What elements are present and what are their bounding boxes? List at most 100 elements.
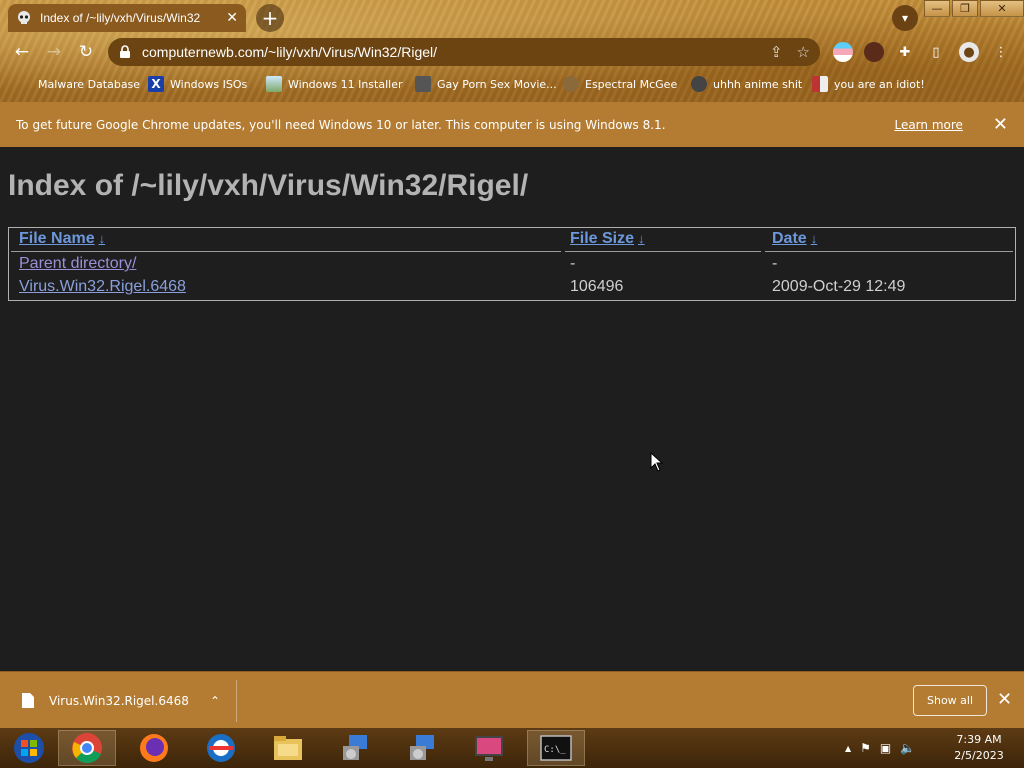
- volume-icon[interactable]: 🔈: [900, 741, 915, 755]
- address-bar[interactable]: computernewb.com/~lily/vxh/Virus/Win32/R…: [108, 38, 820, 66]
- header-divider: [565, 251, 761, 252]
- learn-more-link[interactable]: Learn more: [894, 118, 962, 132]
- show-hidden-icons-chevron-icon[interactable]: ▲: [845, 744, 851, 753]
- sort-arrow-icon[interactable]: ↓: [99, 231, 106, 246]
- firefox-icon: [140, 734, 168, 762]
- bookmark-windows-isos[interactable]: X Windows ISOs: [148, 75, 247, 93]
- sort-arrow-icon[interactable]: ↓: [638, 231, 645, 246]
- bookmark-malware-database[interactable]: Malware Database: [38, 75, 140, 93]
- network-icon[interactable]: ▣: [880, 741, 891, 755]
- file-icon: [22, 693, 34, 708]
- header-divider: [11, 251, 561, 252]
- share-icon[interactable]: ⇪: [770, 43, 783, 61]
- setup-program-icon: [343, 735, 367, 760]
- chevron-up-icon[interactable]: ⌃: [210, 694, 220, 708]
- parent-directory-link[interactable]: Parent directory/: [19, 255, 136, 273]
- tab-close-icon[interactable]: ✕: [226, 10, 238, 26]
- tab-title: Index of /~lily/vxh/Virus/Win32: [40, 11, 201, 25]
- bookmark-uhhh-anime-shit[interactable]: uhhh anime shit: [691, 75, 802, 93]
- taskbar-chrome[interactable]: [58, 730, 116, 766]
- taskbar-setup-program[interactable]: [326, 730, 384, 766]
- download-shelf: Virus.Win32.Rigel.6468 ⌃ Show all ✕: [0, 671, 1024, 728]
- bookmark-windows-11-installer[interactable]: Windows 11 Installer: [266, 75, 403, 93]
- download-file-name: Virus.Win32.Rigel.6468: [49, 693, 189, 708]
- new-tab-button[interactable]: +: [256, 4, 284, 32]
- tab-current[interactable]: Index of /~lily/vxh/Virus/Win32 ✕: [8, 4, 246, 32]
- lock-icon[interactable]: [118, 45, 132, 59]
- toolbar: ← → ↻ computernewb.com/~lily/vxh/Virus/W…: [0, 36, 1024, 68]
- bookmark-espectral-mcgee[interactable]: Espectral McGee: [563, 75, 677, 93]
- close-window-button[interactable]: ✕: [980, 0, 1024, 17]
- divider: [236, 680, 237, 722]
- bookmark-gay-porn-sex-movie[interactable]: Gay Porn Sex Movie...: [415, 75, 557, 93]
- table-row: Parent directory/ - -: [9, 255, 1015, 277]
- trans-flag-extension-icon[interactable]: [833, 42, 853, 62]
- date-cell: 2009-Oct-29 12:49: [772, 278, 906, 295]
- forward-button[interactable]: →: [42, 40, 66, 64]
- header-file-name: File Name ↓: [19, 230, 105, 248]
- menu-kebab-icon[interactable]: ⋮: [991, 42, 1011, 62]
- file-size-cell: -: [570, 255, 576, 272]
- file-listing-table: File Name ↓ File Size ↓ Date ↓ Parent direc…: [8, 227, 1016, 301]
- table-header-row: File Name ↓ File Size ↓ Date ↓: [9, 230, 1015, 252]
- table-row: Virus.Win32.Rigel.6468 106496 2009-Oct-2…: [9, 278, 1015, 300]
- taskbar: C:\_ ▲ ⚑ ▣ 🔈 7:39 AM 2/5/2023: [0, 728, 1024, 768]
- action-center-flag-icon[interactable]: ⚑: [860, 741, 871, 755]
- clock-time: 7:39 AM: [956, 733, 1002, 746]
- download-shelf-close-icon[interactable]: ✕: [997, 689, 1012, 710]
- file-explorer-icon: [274, 736, 302, 760]
- media-display-icon: [475, 736, 503, 761]
- start-orb-icon: [14, 733, 44, 763]
- start-button[interactable]: [0, 730, 58, 766]
- chrome-icon: [72, 733, 102, 764]
- file-size-cell: 106496: [570, 278, 624, 295]
- sort-date-link[interactable]: Date: [772, 230, 807, 247]
- taskbar-file-explorer[interactable]: [259, 730, 317, 766]
- tab-search-chevron-icon[interactable]: ▾: [892, 5, 918, 31]
- taskbar-media-display[interactable]: [460, 730, 518, 766]
- command-prompt-icon: C:\_: [540, 735, 572, 761]
- file-link[interactable]: Virus.Win32.Rigel.6468: [19, 278, 186, 296]
- bookmarks-bar: Malware Database X Windows ISOs Windows …: [0, 72, 1024, 96]
- restore-button[interactable]: ❐: [952, 0, 978, 17]
- bookmark-star-icon[interactable]: ☆: [797, 43, 810, 61]
- taskbar-opera[interactable]: [192, 730, 250, 766]
- minimize-button[interactable]: —: [924, 0, 950, 17]
- taskbar-command-prompt[interactable]: C:\_: [527, 730, 585, 766]
- date-cell: -: [772, 255, 778, 272]
- bookmark-you-are-an-idiot[interactable]: you are an idiot!: [812, 75, 925, 93]
- show-all-button[interactable]: Show all: [913, 685, 987, 716]
- sort-file-size-link[interactable]: File Size: [570, 230, 634, 247]
- skull-favicon-icon: [18, 11, 30, 24]
- window-controls: — ❐ ✕: [922, 0, 1024, 18]
- url-text[interactable]: computernewb.com/~lily/vxh/Virus/Win32/R…: [142, 44, 756, 60]
- reload-button[interactable]: ↻: [74, 40, 98, 64]
- mouse-pointer-icon: [650, 452, 664, 472]
- infobar-message: To get future Google Chrome updates, you…: [16, 117, 666, 132]
- header-divider: [765, 251, 1013, 252]
- extensions-puzzle-icon[interactable]: ✚: [895, 42, 915, 62]
- svg-text:C:\_: C:\_: [544, 745, 566, 755]
- sort-arrow-icon[interactable]: ↓: [811, 231, 818, 246]
- browser-frame: Index of /~lily/vxh/Virus/Win32 ✕ + ▾ — …: [0, 0, 1024, 102]
- side-panel-icon[interactable]: ▯: [926, 42, 946, 62]
- avatar-extension-icon[interactable]: [864, 42, 884, 62]
- profile-icon[interactable]: ●: [959, 42, 979, 62]
- setup-program-icon: [410, 735, 434, 760]
- clock-date: 2/5/2023: [954, 749, 1004, 762]
- skull-icon: [415, 76, 431, 92]
- x-logo-icon: X: [148, 76, 164, 92]
- opera-icon: [207, 734, 235, 762]
- download-item[interactable]: Virus.Win32.Rigel.6468 ⌃: [0, 672, 236, 729]
- sort-file-name-link[interactable]: File Name: [19, 230, 95, 247]
- taskbar-firefox[interactable]: [125, 730, 183, 766]
- infobar-close-icon[interactable]: ✕: [993, 114, 1008, 135]
- page-content: Index of /~lily/vxh/Virus/Win32/Rigel/ F…: [0, 147, 1024, 671]
- taskbar-setup-program[interactable]: [393, 730, 451, 766]
- clock[interactable]: 7:39 AM 2/5/2023: [946, 732, 1012, 764]
- flag-icon: [812, 76, 828, 92]
- page-title: Index of /~lily/vxh/Virus/Win32/Rigel/: [8, 169, 529, 202]
- update-infobar: To get future Google Chrome updates, you…: [0, 102, 1024, 147]
- back-button[interactable]: ←: [10, 40, 34, 64]
- system-tray: ▲ ⚑ ▣ 🔈: [845, 728, 924, 768]
